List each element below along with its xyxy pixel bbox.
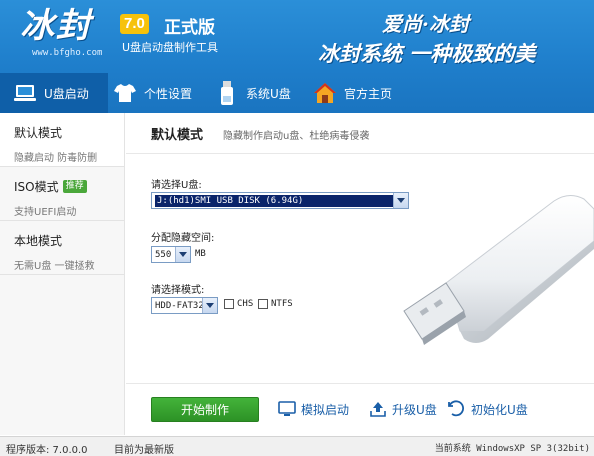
sidebar-item-title: ISO模式 bbox=[14, 180, 59, 194]
ntfs-label: NTFS bbox=[271, 299, 293, 309]
logo-url: www.bfgho.com bbox=[32, 48, 103, 58]
chevron-down-icon bbox=[175, 247, 190, 262]
hidden-space-label: 分配隐藏空间: bbox=[151, 233, 215, 244]
sidebar-item-subtitle: 隐藏启动 防毒防删 bbox=[14, 153, 98, 164]
usb-drive-illustration bbox=[384, 171, 594, 371]
nav-item-system-usb[interactable]: 系统U盘 bbox=[214, 73, 312, 113]
sidebar-item-default-mode[interactable]: 默认模式 隐藏启动 防毒防删 bbox=[0, 113, 124, 167]
page-description: 隐藏制作启动u盘、杜绝病毒侵袭 bbox=[223, 131, 370, 142]
disk-select[interactable]: J:(hd1)SMI USB DISK (6.94G) bbox=[151, 192, 409, 209]
page-title: 默认模式 bbox=[151, 128, 204, 143]
divider bbox=[126, 383, 594, 384]
nav-label: 系统U盘 bbox=[246, 86, 291, 101]
chs-checkbox[interactable]: CHS bbox=[224, 299, 253, 309]
version-badge: 7.0 bbox=[120, 14, 149, 34]
monitor-icon bbox=[278, 400, 296, 418]
nav-label: 个性设置 bbox=[144, 86, 193, 101]
mode-select-label: 请选择模式: bbox=[151, 285, 205, 296]
start-button[interactable]: 开始制作 bbox=[151, 397, 259, 422]
laptop-icon bbox=[12, 80, 38, 106]
sidebar-item-title: 默认模式 bbox=[14, 126, 63, 140]
sidebar-item-title: 本地模式 bbox=[14, 234, 63, 248]
home-icon bbox=[312, 80, 338, 106]
usb-drive-icon bbox=[214, 80, 240, 106]
main-nav: U盘启动 个性设置 系统U盘 官方主页 bbox=[0, 73, 594, 113]
sidebar-item-local-mode[interactable]: 本地模式 无需U盘 一键拯救 bbox=[0, 221, 124, 275]
sidebar-item-iso-mode[interactable]: ISO模式 推荐 支持UEFI启动 bbox=[0, 167, 124, 221]
sidebar-item-subtitle: 无需U盘 一键拯救 bbox=[14, 261, 95, 272]
app-subtitle: U盘启动盘制作工具 bbox=[122, 41, 219, 54]
upload-icon bbox=[369, 400, 387, 418]
chevron-down-icon bbox=[202, 298, 217, 313]
simulate-boot-label: 模拟启动 bbox=[301, 402, 350, 417]
app-logo: 冰封 www.bfgho.com bbox=[20, 6, 120, 58]
nav-item-personalize[interactable]: 个性设置 bbox=[112, 73, 212, 113]
undo-icon bbox=[448, 400, 466, 418]
upgrade-usb-button[interactable]: 升级U盘 bbox=[369, 400, 437, 418]
sidebar-item-title-row: ISO模式 推荐 bbox=[14, 178, 124, 195]
edition-label: 正式版 bbox=[164, 18, 215, 38]
logo-text: 冰封 bbox=[20, 6, 92, 46]
recommended-badge: 推荐 bbox=[62, 180, 87, 193]
upgrade-usb-label: 升级U盘 bbox=[392, 402, 437, 417]
nav-label: 官方主页 bbox=[344, 86, 393, 101]
hidden-space-select[interactable]: 550 bbox=[151, 246, 191, 263]
sidebar-item-subtitle: 支持UEFI启动 bbox=[14, 207, 77, 218]
hidden-space-unit: MB bbox=[195, 249, 206, 259]
status-bar: 程序版本: 7.0.0.0 目前为最新版 当前系统 WindowsXP SP 3… bbox=[0, 436, 594, 456]
update-status: 目前为最新版 bbox=[114, 445, 174, 456]
program-version: 程序版本: 7.0.0.0 bbox=[6, 445, 88, 456]
initialize-usb-button[interactable]: 初始化U盘 bbox=[448, 400, 528, 418]
nav-item-homepage[interactable]: 官方主页 bbox=[312, 73, 402, 113]
hidden-space-value: 550 bbox=[155, 249, 172, 260]
chs-label: CHS bbox=[237, 299, 254, 309]
mode-sidebar: 默认模式 隐藏启动 防毒防删 ISO模式 推荐 支持UEFI启动 本地模式 无需… bbox=[0, 113, 125, 435]
main-panel: 默认模式 隐藏制作启动u盘、杜绝病毒侵袭 请选择U盘: J:(hd1)SMI U… bbox=[126, 113, 594, 435]
disk-select-value: J:(hd1)SMI USB DISK (6.94G) bbox=[155, 194, 393, 207]
checkbox-box bbox=[224, 299, 234, 309]
divider bbox=[126, 153, 594, 154]
nav-label: U盘启动 bbox=[44, 86, 89, 101]
checkbox-box bbox=[258, 299, 268, 309]
slogan-line1: 爱尚·冰封 bbox=[382, 12, 469, 36]
disk-select-label: 请选择U盘: bbox=[151, 180, 202, 191]
mode-select-value: HDD-FAT32 bbox=[155, 300, 202, 311]
shirt-icon bbox=[112, 80, 138, 106]
app-header: 冰封 www.bfgho.com 7.0 正式版 U盘启动盘制作工具 爱尚·冰封… bbox=[0, 0, 594, 113]
ntfs-checkbox[interactable]: NTFS bbox=[258, 299, 293, 309]
simulate-boot-button[interactable]: 模拟启动 bbox=[278, 400, 349, 418]
mode-select[interactable]: HDD-FAT32 bbox=[151, 297, 218, 314]
initialize-usb-label: 初始化U盘 bbox=[471, 402, 528, 417]
slogan-line2: 冰封系统 一种极致的美 bbox=[318, 41, 536, 66]
nav-item-usb-boot[interactable]: U盘启动 bbox=[0, 73, 108, 113]
current-system: 当前系统 WindowsXP SP 3(32bit) bbox=[434, 444, 590, 454]
